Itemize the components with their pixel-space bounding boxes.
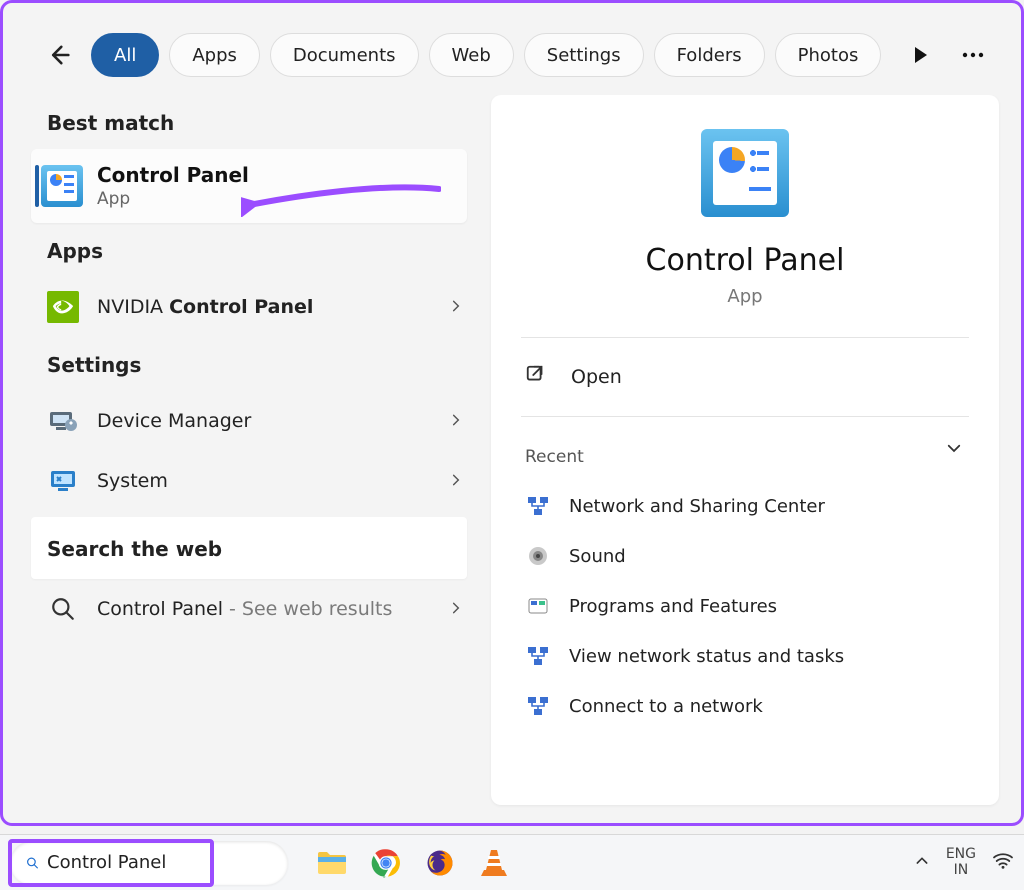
network-icon <box>525 693 551 719</box>
search-web-heading: Search the web <box>31 521 467 575</box>
filter-photos[interactable]: Photos <box>775 33 882 77</box>
wifi-icon[interactable] <box>992 852 1014 874</box>
taskbar-search-wrap <box>10 841 288 885</box>
expand-actions-button[interactable] <box>945 439 963 461</box>
programs-icon <box>525 593 551 619</box>
taskbar-systray: ENG IN <box>914 847 1014 878</box>
detail-subtitle: App <box>727 286 762 307</box>
open-label: Open <box>571 366 622 388</box>
setting-device-manager-label: Device Manager <box>97 410 431 432</box>
more-options-button[interactable] <box>959 45 987 65</box>
filter-folders[interactable]: Folders <box>654 33 765 77</box>
network-icon <box>525 643 551 669</box>
recent-heading: Recent <box>521 421 969 481</box>
recent-label: Connect to a network <box>569 696 763 717</box>
start-search-window: All Apps Documents Web Settings Folders … <box>0 0 1024 826</box>
system-icon <box>47 465 79 497</box>
best-match-subtitle: App <box>97 189 249 209</box>
app-nvidia-label: NVIDIA Control Panel <box>97 296 431 318</box>
detail-hero: Control Panel App <box>521 123 969 333</box>
taskbar-pinned-apps <box>314 845 512 881</box>
recent-view-network-status[interactable]: View network status and tasks <box>521 631 969 681</box>
vlc-icon[interactable] <box>476 845 512 881</box>
filter-settings[interactable]: Settings <box>524 33 644 77</box>
results-column: Best match Control Panel App Apps NVIDIA… <box>25 95 473 805</box>
best-match-title: Control Panel <box>97 163 249 187</box>
control-panel-icon <box>701 129 789 217</box>
recent-programs-features[interactable]: Programs and Features <box>521 581 969 631</box>
chevron-right-icon <box>449 298 463 317</box>
network-icon <box>525 493 551 519</box>
search-icon <box>26 853 39 873</box>
best-match-texts: Control Panel App <box>97 163 249 209</box>
filter-all[interactable]: All <box>91 33 159 77</box>
setting-system-label: System <box>97 470 431 492</box>
detail-title: Control Panel <box>646 243 845 278</box>
nvidia-icon <box>47 291 79 323</box>
chrome-icon[interactable] <box>368 845 404 881</box>
divider <box>521 337 969 338</box>
taskbar-search[interactable] <box>10 841 288 885</box>
language-indicator[interactable]: ENG IN <box>946 847 976 878</box>
filter-bar: All Apps Documents Web Settings Folders … <box>3 3 1021 95</box>
web-search-result[interactable]: Control Panel - See web results <box>25 579 473 639</box>
best-match-heading: Best match <box>25 95 473 149</box>
tray-overflow-button[interactable] <box>914 853 930 873</box>
recent-label: View network status and tasks <box>569 646 844 667</box>
device-manager-icon <box>47 405 79 437</box>
taskbar-search-input[interactable] <box>47 852 272 873</box>
apps-heading: Apps <box>25 223 473 277</box>
arrow-left-icon <box>45 41 73 69</box>
recent-label: Programs and Features <box>569 596 777 617</box>
web-search-label: Control Panel - See web results <box>97 598 431 620</box>
file-explorer-icon[interactable] <box>314 845 350 881</box>
control-panel-icon <box>41 165 83 207</box>
recent-network-sharing-center[interactable]: Network and Sharing Center <box>521 481 969 531</box>
recent-label: Sound <box>569 546 626 567</box>
filter-web[interactable]: Web <box>429 33 514 77</box>
app-nvidia-control-panel[interactable]: NVIDIA Control Panel <box>25 277 473 337</box>
setting-device-manager[interactable]: Device Manager <box>25 391 473 451</box>
chevron-right-icon <box>449 600 463 619</box>
recent-sound[interactable]: Sound <box>521 531 969 581</box>
back-button[interactable] <box>37 33 81 77</box>
chevron-right-icon <box>449 472 463 491</box>
recent-connect-network[interactable]: Connect to a network <box>521 681 969 731</box>
settings-heading: Settings <box>25 337 473 391</box>
open-action[interactable]: Open <box>521 342 969 412</box>
recent-label: Network and Sharing Center <box>569 496 825 517</box>
divider <box>521 416 969 417</box>
content-area: Best match Control Panel App Apps NVIDIA… <box>3 95 1021 823</box>
filter-documents[interactable]: Documents <box>270 33 419 77</box>
taskbar: ENG IN <box>0 834 1024 890</box>
filter-pills: All Apps Documents Web Settings Folders … <box>91 33 881 77</box>
sound-icon <box>525 543 551 569</box>
chevron-right-icon <box>449 412 463 431</box>
search-web-section: Search the web <box>31 517 467 579</box>
next-filters-button[interactable] <box>911 45 931 65</box>
setting-system[interactable]: System <box>25 451 473 511</box>
detail-panel: Control Panel App Open Recent Network an… <box>491 95 999 805</box>
best-match-result[interactable]: Control Panel App <box>31 149 467 223</box>
firefox-icon[interactable] <box>422 845 458 881</box>
open-icon <box>525 364 547 390</box>
filter-apps[interactable]: Apps <box>169 33 260 77</box>
search-icon <box>47 593 79 625</box>
